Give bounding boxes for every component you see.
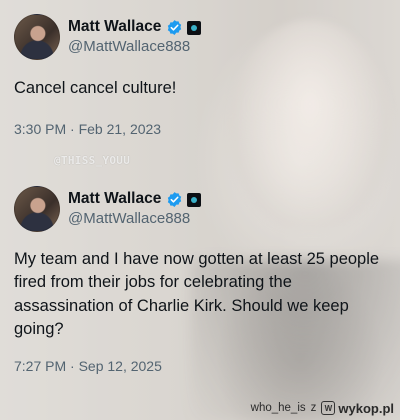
footer-site-name[interactable]: wykop.pl [338, 401, 394, 416]
verified-badge-icon [168, 20, 182, 35]
name-row: Matt Wallace [68, 190, 202, 209]
author-block: Matt Wallace @MattWallace888 [68, 190, 202, 228]
tweet-card-2: Matt Wallace @MattWallace888 My team and… [14, 186, 386, 374]
avatar[interactable] [14, 186, 60, 232]
wykop-logo-icon: W [321, 401, 336, 415]
author-handle[interactable]: @MattWallace888 [68, 38, 201, 56]
tweet-header: Matt Wallace @MattWallace888 [14, 186, 386, 232]
name-row: Matt Wallace [68, 18, 202, 37]
author-name[interactable]: Matt Wallace [68, 18, 161, 37]
affiliation-badge-icon [187, 192, 202, 207]
author-block: Matt Wallace @MattWallace888 [68, 18, 202, 56]
author-handle[interactable]: @MattWallace888 [68, 210, 201, 228]
footer-separator: z [310, 402, 317, 414]
tweet-timestamp[interactable]: 7:27 PM · Sep 12, 2025 [14, 358, 386, 374]
watermark-text: @THISS_YOUU [54, 154, 131, 167]
avatar[interactable] [14, 14, 60, 60]
tweet-text: My team and I have now gotten at least 2… [14, 250, 380, 339]
tweet-card-1: Matt Wallace @MattWallace888 Cancel canc… [14, 14, 386, 137]
affiliation-badge-icon [187, 20, 202, 35]
author-name[interactable]: Matt Wallace [68, 190, 161, 209]
tweet-header: Matt Wallace @MattWallace888 [14, 14, 386, 60]
tweet-text: Cancel cancel culture! [14, 79, 177, 97]
tweet-timestamp[interactable]: 3:30 PM · Feb 21, 2023 [14, 121, 386, 137]
footer-username[interactable]: who_he_is [251, 402, 306, 414]
verified-badge-icon [168, 192, 182, 207]
site-footer: who_he_is z W wykop.pl [251, 400, 394, 416]
